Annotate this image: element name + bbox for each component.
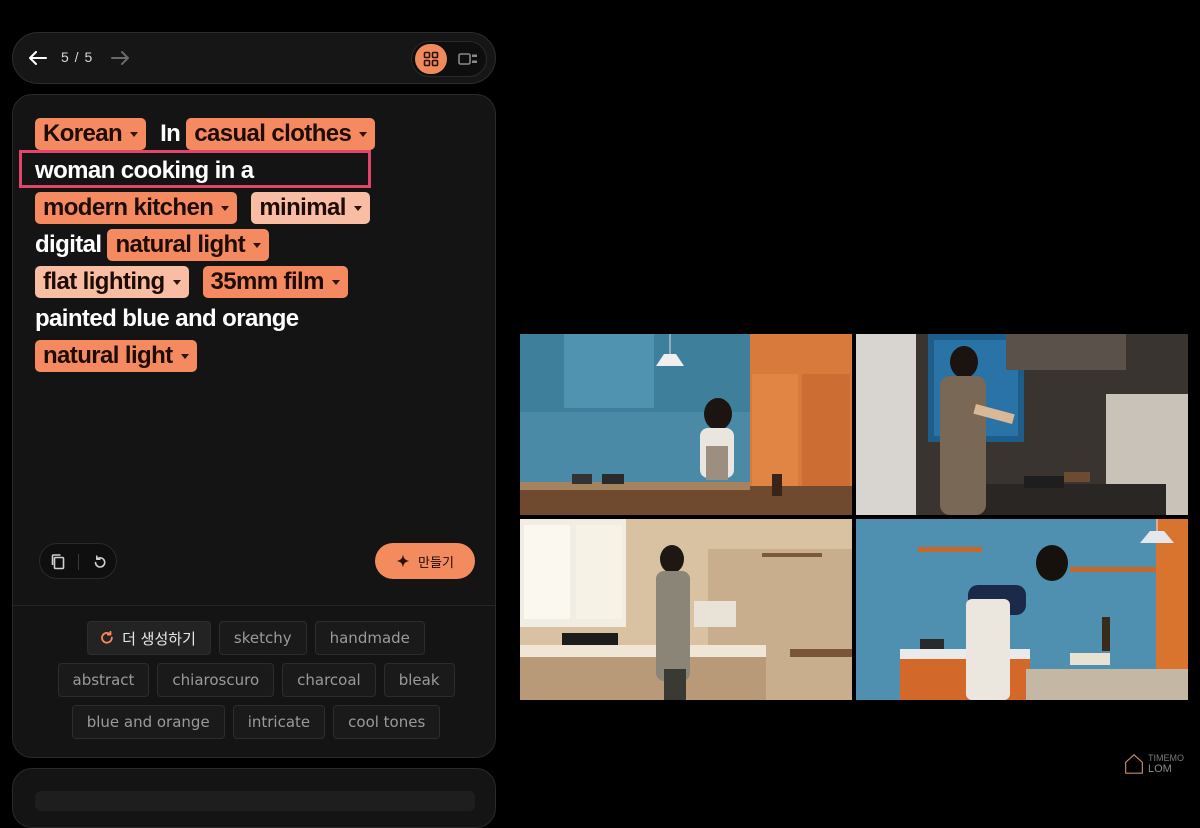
chip-label: modern kitchen	[43, 193, 214, 221]
chip-korean[interactable]: Korean	[35, 117, 147, 150]
suggestion-tag[interactable]: chiaroscuro	[157, 663, 275, 697]
reset-button[interactable]	[90, 552, 110, 572]
suggestion-tag[interactable]: handmade	[314, 621, 425, 655]
make-button-label: 만들기	[418, 555, 454, 571]
suggestion-tag[interactable]: charcoal	[282, 663, 376, 697]
chip-label: flat lighting	[43, 267, 165, 295]
divider	[78, 554, 79, 570]
chip-label: natural light	[115, 230, 246, 258]
forward-button[interactable]	[109, 47, 131, 69]
single-view-button[interactable]	[452, 44, 484, 74]
chevron-down-icon	[331, 280, 340, 285]
chevron-down-icon	[353, 206, 362, 211]
chip-casual-clothes[interactable]: casual clothes	[186, 117, 376, 150]
chip-35mm-film[interactable]: 35mm film	[202, 265, 348, 298]
chevron-down-icon	[172, 280, 181, 285]
chevron-down-icon	[359, 132, 368, 137]
grid-view-button[interactable]	[415, 44, 447, 74]
prompt-text-in: In	[160, 119, 181, 147]
prompt-line: modern kitchen minimal	[35, 189, 475, 226]
prompt-line: digital natural light	[35, 226, 475, 263]
prompt-tools	[39, 543, 117, 579]
generated-image[interactable]	[520, 334, 852, 515]
chip-label: Korean	[43, 119, 123, 147]
secondary-panel	[12, 768, 496, 828]
arrow-left-icon	[29, 51, 47, 65]
copy-button[interactable]	[48, 552, 68, 572]
pagination-bar: 5 / 5	[12, 32, 496, 84]
divider	[13, 605, 495, 606]
kitchen-image	[520, 334, 852, 515]
watermark-text: TIMEMO LOM	[1148, 752, 1184, 775]
kitchen-image	[856, 519, 1188, 700]
generated-image[interactable]	[856, 334, 1188, 515]
prompt-line: woman cooking in a	[35, 152, 475, 189]
view-toggle	[411, 41, 487, 77]
chip-natural-light[interactable]: natural light	[107, 228, 270, 261]
chip-flat-lighting[interactable]: flat lighting	[35, 265, 189, 298]
kitchen-image	[856, 334, 1188, 515]
chevron-down-icon	[130, 132, 139, 137]
suggestion-tag[interactable]: abstract	[57, 663, 150, 697]
prompt-text-digital: digital	[35, 230, 102, 258]
watermark-small: TIMEMO	[1148, 752, 1184, 763]
suggestion-tags: 더 생성하기 sketchy handmade abstract chiaros…	[39, 621, 473, 739]
chip-label: natural light	[43, 341, 173, 369]
prompt-text-woman-cooking: woman cooking in a	[35, 156, 254, 184]
suggestion-tag[interactable]: sketchy	[218, 621, 307, 655]
page-counter: 5 / 5	[61, 49, 94, 65]
generated-image-grid	[520, 334, 1188, 700]
secondary-panel-content	[35, 791, 475, 811]
chip-minimal[interactable]: minimal	[251, 191, 370, 224]
prompt-editor[interactable]: Korean In casual clothes woman cooking i…	[35, 115, 475, 374]
house-logo-icon	[1125, 754, 1143, 774]
prompt-line: Korean In casual clothes	[35, 115, 475, 152]
suggestion-tag[interactable]: intricate	[232, 705, 326, 739]
chevron-down-icon	[253, 243, 262, 248]
chip-label: minimal	[259, 193, 346, 221]
chevron-down-icon	[221, 206, 230, 211]
make-button[interactable]: 만들기	[375, 543, 475, 579]
refresh-icon	[101, 631, 113, 644]
prompt-line: flat lighting 35mm film	[35, 263, 475, 300]
sparkle-icon	[396, 554, 410, 568]
reset-icon	[94, 555, 106, 568]
generate-more-label: 더 생성하기	[122, 629, 196, 648]
copy-icon	[51, 554, 65, 570]
generated-image[interactable]	[856, 519, 1188, 700]
prompt-line: natural light	[35, 337, 475, 374]
prompt-text-painted: painted blue and orange	[35, 304, 299, 332]
chip-natural-light-2[interactable]: natural light	[35, 339, 197, 372]
chip-modern-kitchen[interactable]: modern kitchen	[35, 191, 238, 224]
chip-label: casual clothes	[194, 119, 352, 147]
single-view-icon	[458, 53, 477, 65]
chevron-down-icon	[180, 354, 189, 359]
grid-view-icon	[423, 51, 439, 67]
watermark-big: LOM	[1148, 762, 1172, 775]
arrow-right-icon	[111, 51, 129, 65]
prompt-panel: Korean In casual clothes woman cooking i…	[12, 94, 496, 758]
suggestion-tag[interactable]: blue and orange	[71, 705, 225, 739]
generated-image[interactable]	[520, 519, 852, 700]
generate-more-button[interactable]: 더 생성하기	[87, 621, 211, 655]
prompt-line: painted blue and orange	[35, 300, 475, 337]
watermark: TIMEMO LOM	[1124, 750, 1184, 778]
suggestion-tag[interactable]: cool tones	[333, 705, 441, 739]
chip-label: 35mm film	[210, 267, 325, 295]
suggestion-tag[interactable]: bleak	[383, 663, 455, 697]
kitchen-image	[520, 519, 852, 700]
back-button[interactable]	[27, 47, 49, 69]
